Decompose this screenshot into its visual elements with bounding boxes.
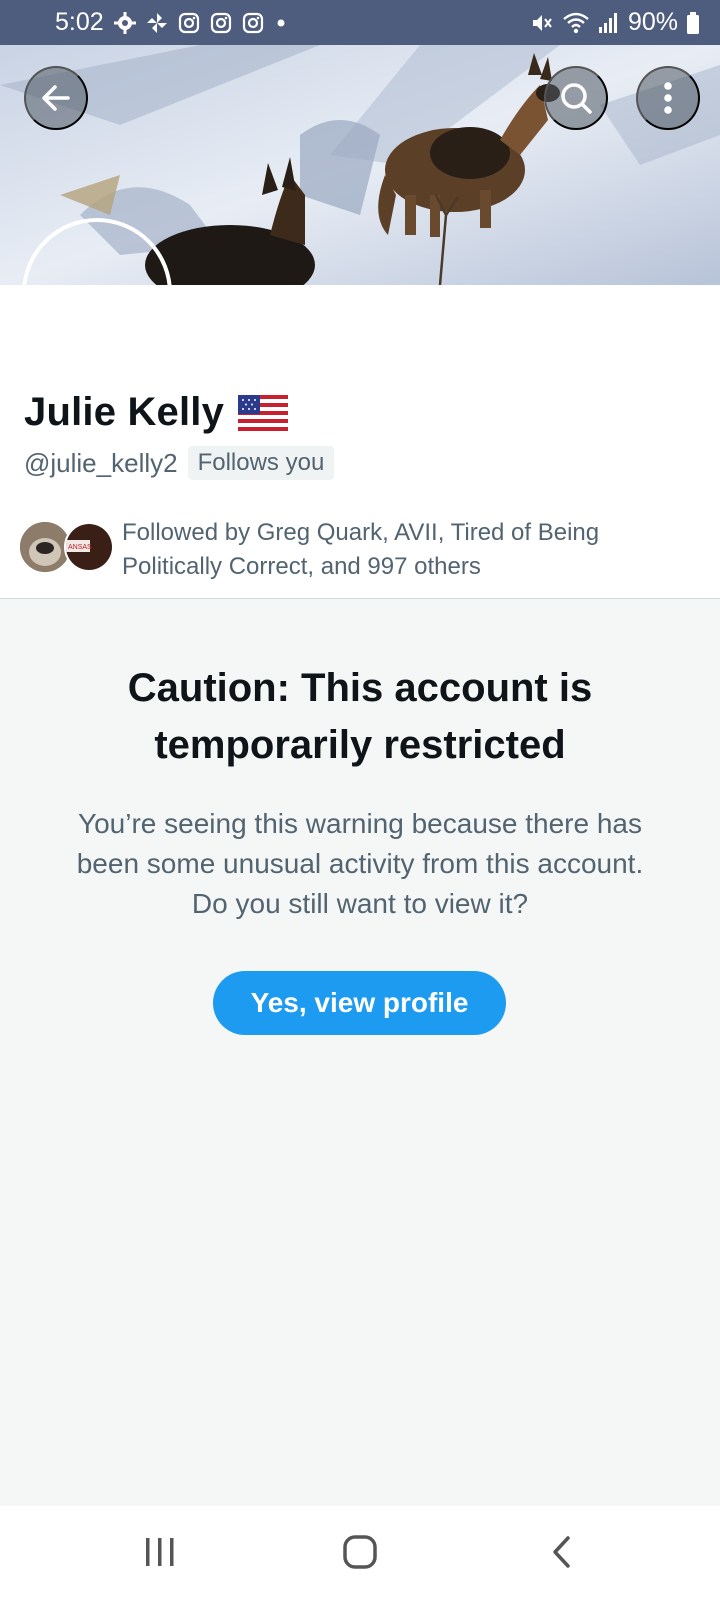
warning-body: You’re seeing this warning because there… bbox=[76, 808, 644, 919]
recent-apps-icon bbox=[146, 1538, 174, 1566]
more-options-button[interactable] bbox=[636, 66, 700, 130]
mute-icon bbox=[532, 14, 552, 31]
home-icon bbox=[343, 1535, 377, 1569]
settings-icon bbox=[113, 11, 136, 34]
status-bar: 5:02 90% bbox=[0, 0, 720, 45]
back-button[interactable] bbox=[24, 66, 88, 130]
status-right: 90% bbox=[530, 8, 700, 37]
arrow-left-icon bbox=[42, 85, 70, 111]
pinwheel-icon bbox=[146, 12, 167, 33]
instagram-icon bbox=[178, 12, 199, 33]
followed-by-text: Followed by Greg Quark, AVII, Tired of B… bbox=[122, 519, 600, 580]
svg-text:ANSAS: ANSAS bbox=[68, 544, 92, 551]
dot-icon bbox=[277, 19, 285, 26]
back-icon bbox=[553, 1536, 570, 1568]
recent-apps-button[interactable] bbox=[130, 1530, 190, 1574]
avatar[interactable] bbox=[22, 218, 172, 368]
status-left: 5:02 bbox=[55, 8, 288, 37]
instagram-icon bbox=[210, 12, 231, 33]
username-handle: @julie_kelly2 bbox=[24, 447, 178, 478]
wifi-icon bbox=[563, 12, 589, 33]
follower-avatar: ANSAS bbox=[64, 522, 114, 572]
status-time: 5:02 bbox=[55, 8, 104, 36]
more-vertical-icon bbox=[664, 82, 672, 114]
handle-row: @julie_kelly2 Follows you bbox=[24, 446, 335, 480]
display-name-text: Julie Kelly bbox=[24, 390, 225, 434]
back-nav-button[interactable] bbox=[532, 1530, 592, 1574]
search-button[interactable] bbox=[544, 66, 608, 130]
search-icon bbox=[561, 83, 592, 114]
warning-title: Caution: This account is temporarily res… bbox=[127, 666, 593, 767]
display-name: Julie Kelly bbox=[24, 390, 289, 435]
home-button[interactable] bbox=[330, 1530, 390, 1574]
follower-avatar bbox=[20, 522, 70, 572]
signal-icon bbox=[598, 12, 617, 33]
instagram-icon bbox=[242, 12, 263, 33]
view-profile-button[interactable]: Yes, view profile bbox=[213, 971, 506, 1035]
follows-you-badge: Follows you bbox=[187, 446, 335, 480]
us-flag-icon bbox=[238, 394, 289, 431]
system-nav-bar bbox=[0, 1506, 720, 1600]
battery-icon bbox=[687, 11, 699, 34]
battery-percent: 90% bbox=[627, 8, 678, 36]
